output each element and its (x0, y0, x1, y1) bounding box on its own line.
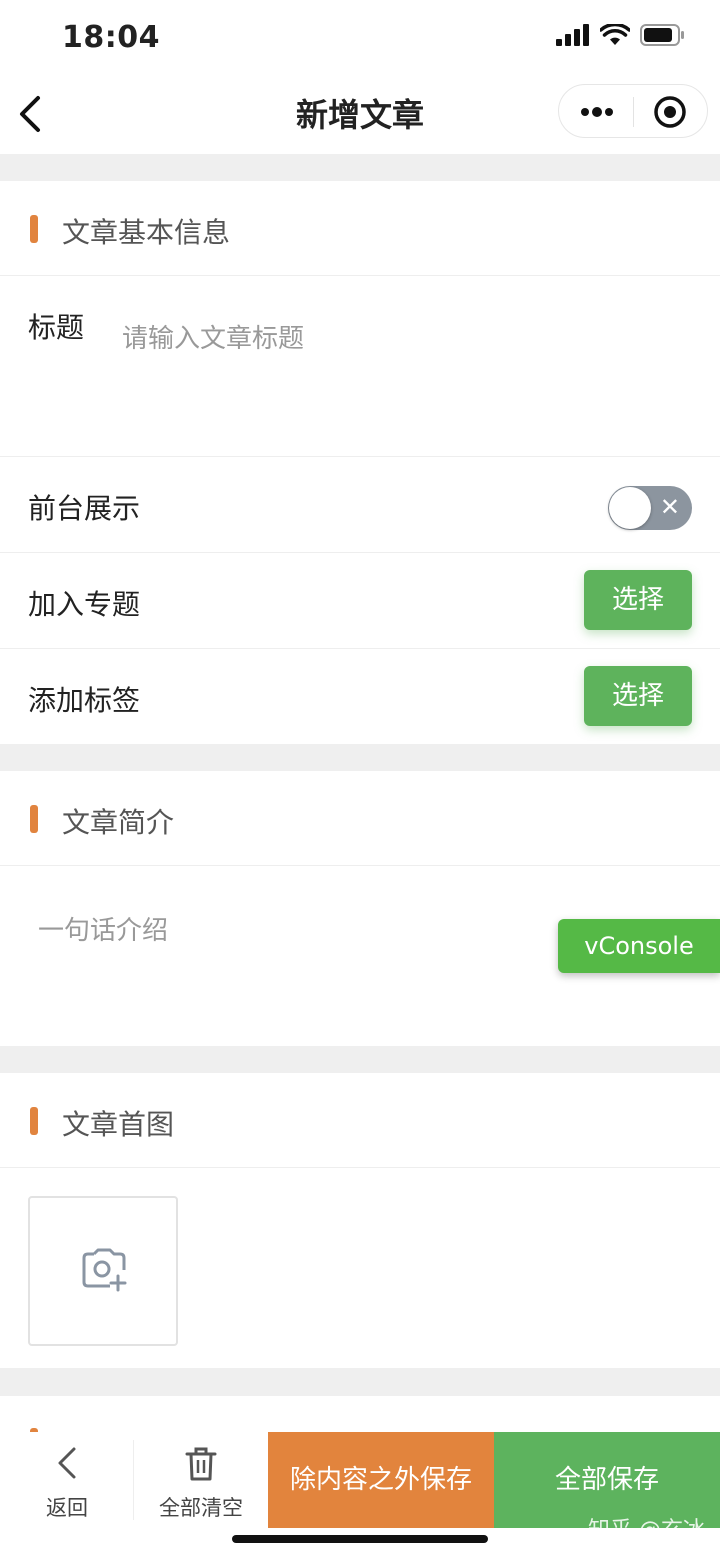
watermark: 知乎 @玄冰 (588, 1518, 705, 1543)
clear-all-button[interactable]: 全部清空 (134, 1432, 268, 1528)
topic-row: 加入专题 选择 (0, 553, 720, 649)
wifi-icon (600, 24, 630, 45)
basic-info-card: 文章基本信息 标题 前台展示 ✕ 加入专题 选择 添加标签 选择 (0, 181, 720, 744)
tag-row: 添加标签 选择 (0, 649, 720, 744)
back-label: 返回 (46, 1496, 88, 1520)
status-time: 18:04 (62, 20, 160, 55)
frontend-display-label: 前台展示 (28, 492, 141, 525)
title-row: 标题 (0, 276, 720, 457)
section-header: 文章简介 (0, 771, 720, 866)
intro-card: 文章简介 (0, 771, 720, 1046)
add-photo-icon (82, 1248, 127, 1292)
section-header: 文章基本信息 (0, 181, 720, 276)
back-button[interactable]: 返回 (0, 1432, 134, 1528)
capsule-divider (633, 97, 634, 127)
title-label: 标题 (28, 311, 85, 344)
save-except-content-button[interactable]: 除内容之外保存 (268, 1432, 494, 1528)
topic-label: 加入专题 (28, 588, 141, 621)
section-accent-bar (30, 215, 38, 243)
select-tag-button[interactable]: 选择 (584, 666, 692, 726)
home-indicator (232, 1535, 488, 1543)
toggle-knob (609, 487, 651, 529)
tag-label: 添加标签 (28, 684, 141, 717)
cellular-signal-icon (556, 24, 589, 46)
nav-bar: 新增文章 (0, 76, 720, 154)
close-mini-program-icon[interactable] (653, 95, 687, 129)
status-bar: 18:04 (0, 0, 720, 76)
battery-icon (640, 24, 684, 46)
section-accent-bar (30, 805, 38, 833)
intro-textarea[interactable] (36, 908, 540, 972)
select-topic-button[interactable]: 选择 (584, 570, 692, 630)
section-title: 文章简介 (62, 806, 175, 839)
next-section-partial (0, 1396, 720, 1436)
more-icon[interactable] (579, 99, 615, 125)
frontend-display-toggle[interactable]: ✕ (608, 486, 692, 530)
toggle-off-icon: ✕ (659, 493, 680, 521)
trash-icon (185, 1447, 217, 1481)
section-title: 文章基本信息 (62, 216, 231, 249)
section-accent-bar (30, 1107, 38, 1135)
clear-all-label: 全部清空 (159, 1496, 243, 1520)
cover-card: 文章首图 (0, 1073, 720, 1368)
status-icons (556, 24, 686, 46)
title-input[interactable] (120, 318, 684, 360)
frontend-display-row: 前台展示 ✕ (0, 457, 720, 553)
mini-program-capsule (558, 84, 708, 138)
chevron-left-icon (58, 1447, 76, 1479)
vconsole-button[interactable]: vConsole (558, 919, 720, 973)
section-header: 文章首图 (0, 1073, 720, 1168)
cover-upload-button[interactable] (28, 1196, 178, 1346)
section-title: 文章首图 (62, 1108, 175, 1141)
